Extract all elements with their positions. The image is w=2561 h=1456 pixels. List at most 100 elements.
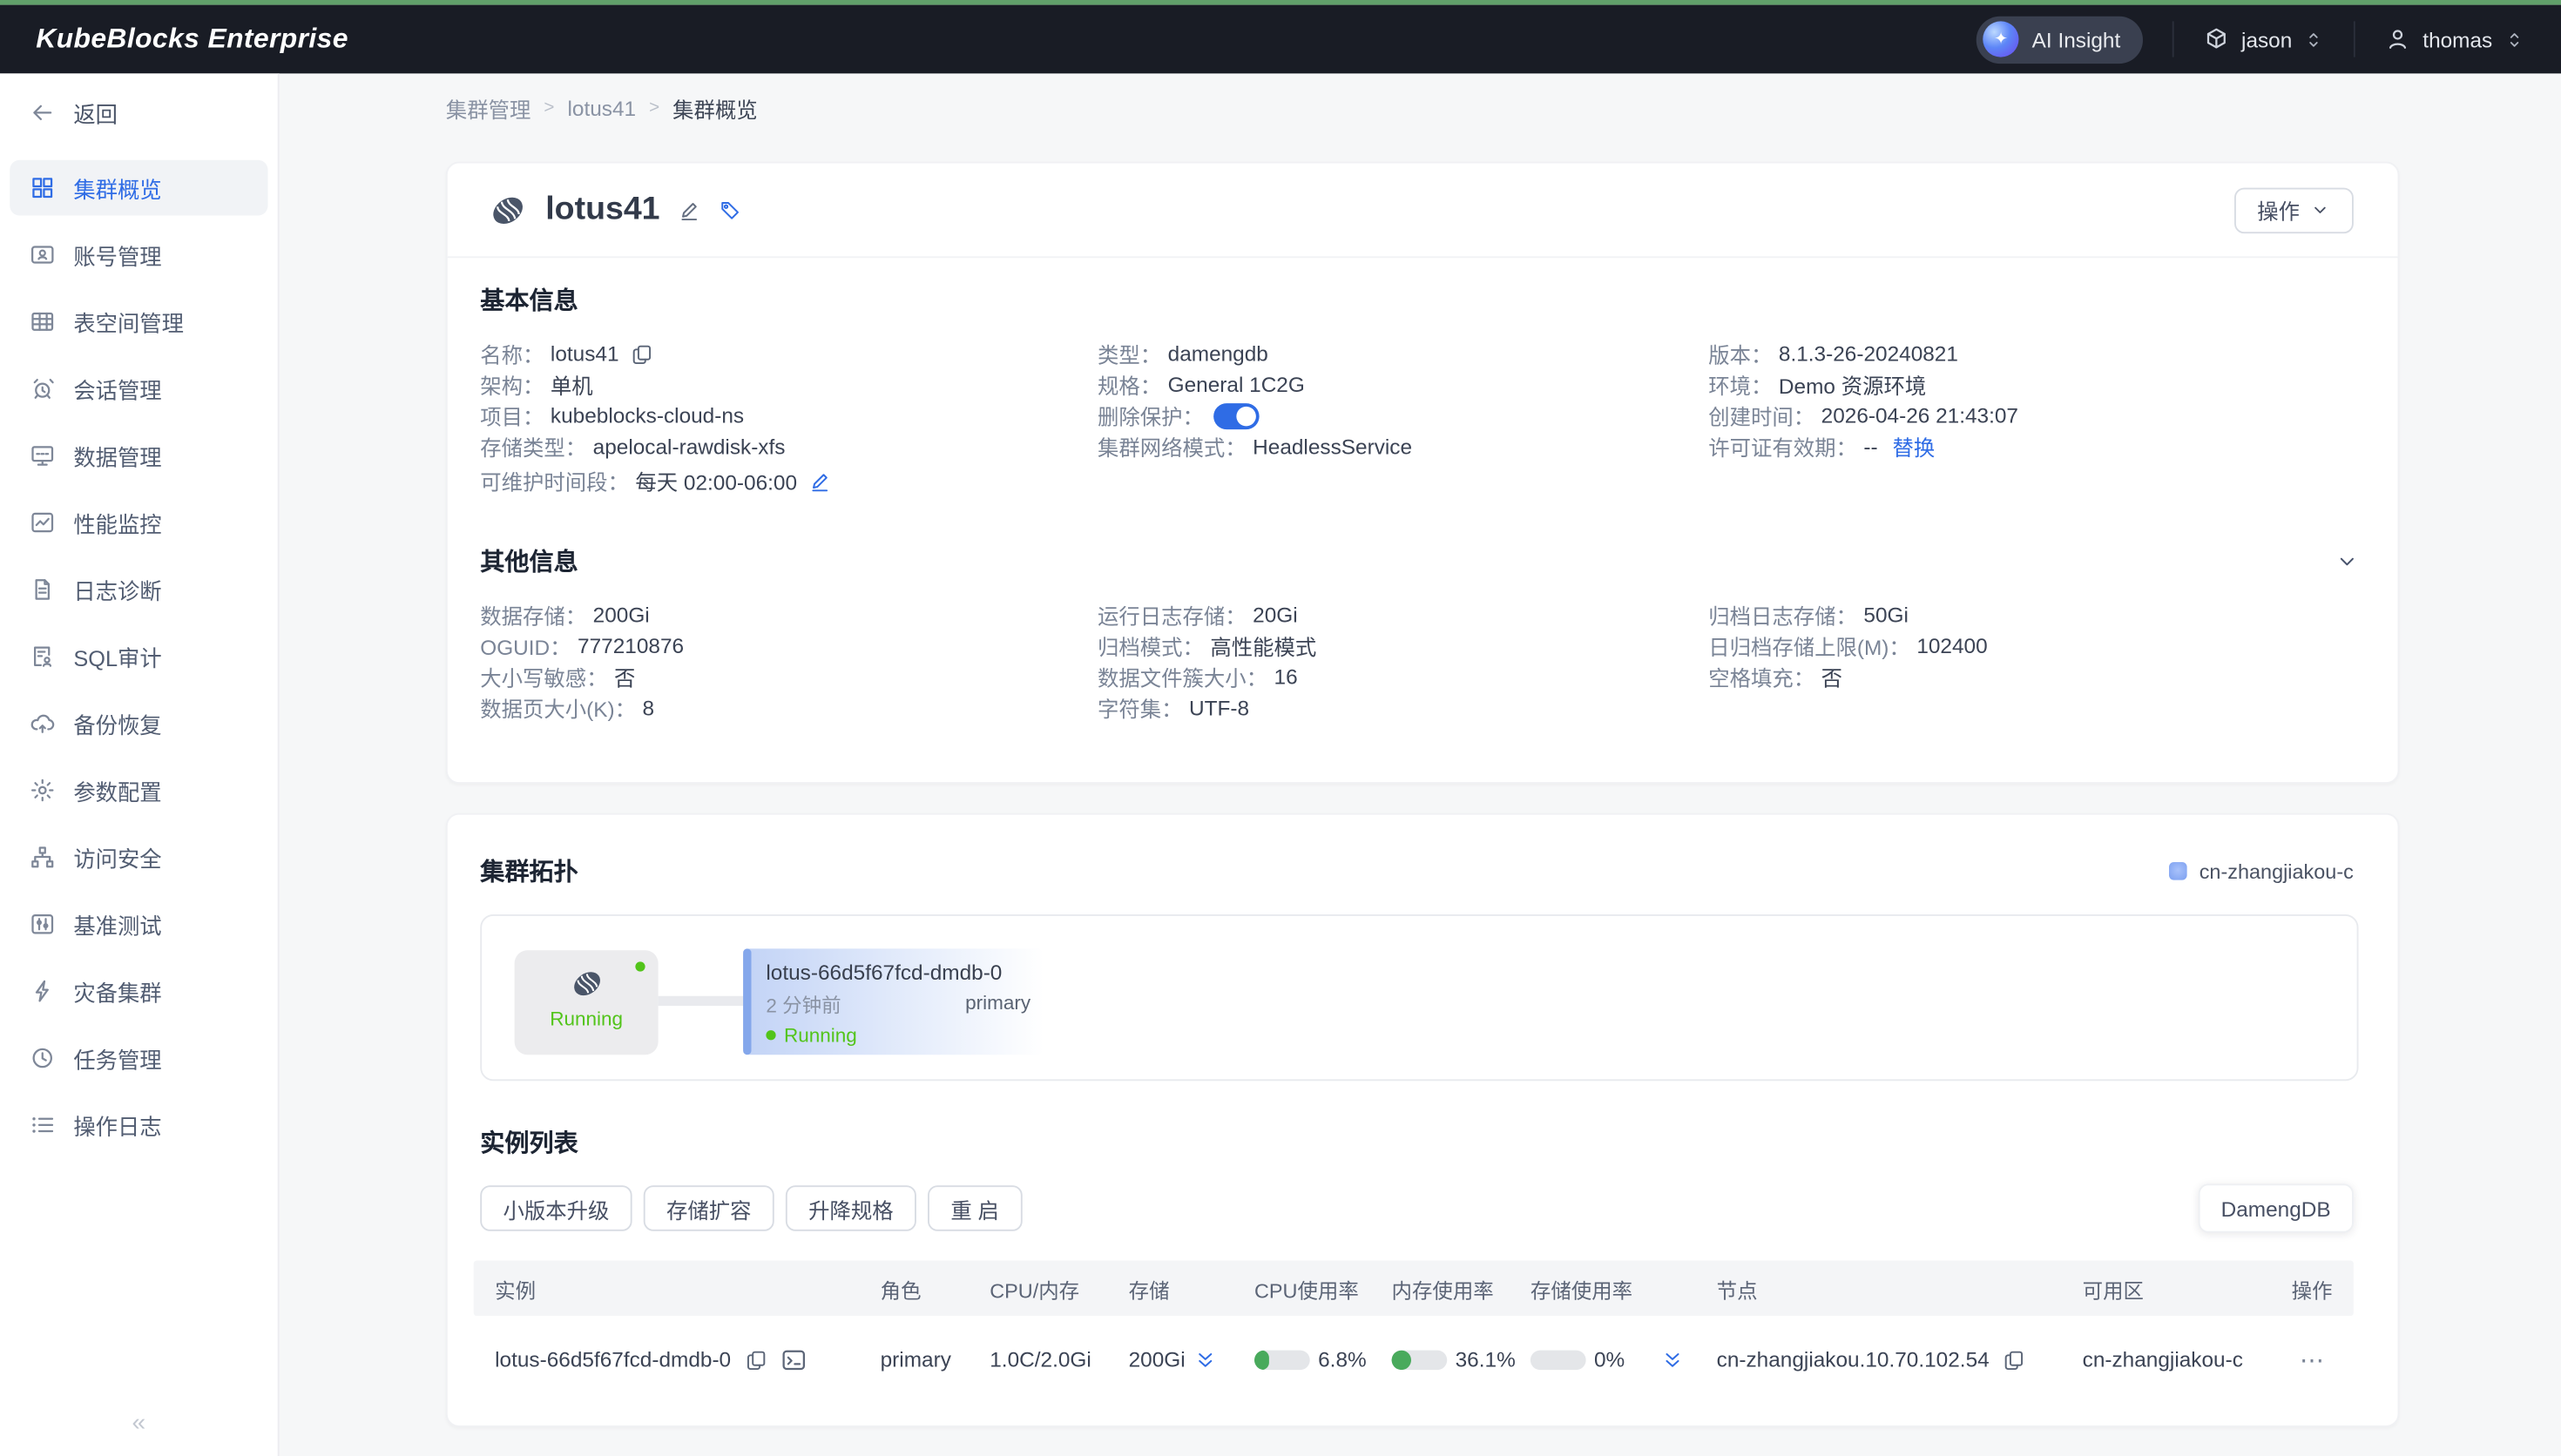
table-row: lotus-66d5f67fcd-dmdb-0 bbox=[474, 1316, 2354, 1402]
instance-pod-card[interactable]: lotus-66d5f67fcd-dmdb-0 2 分钟前 primary Ru… bbox=[743, 948, 1044, 1055]
cell-storage-usage: 0% bbox=[1531, 1347, 1717, 1372]
info-row-created: 创建时间： 2026-04-26 21:43:07 bbox=[1708, 400, 2358, 431]
engine-tab-damengdb[interactable]: DamengDB bbox=[2198, 1183, 2354, 1232]
restart-button[interactable]: 重 启 bbox=[928, 1185, 1022, 1231]
sidebar-item-cluster-overview[interactable]: 集群概览 bbox=[10, 160, 267, 216]
sidebar-item-data-mgmt[interactable]: 数据管理 bbox=[10, 428, 267, 483]
perf-chart-icon bbox=[30, 509, 56, 536]
sidebar-item-label: 账号管理 bbox=[73, 239, 161, 272]
resize-spec-button[interactable]: 升降规格 bbox=[786, 1185, 916, 1231]
edit-pencil-icon[interactable] bbox=[808, 469, 831, 492]
breadcrumb-cluster-mgmt[interactable]: 集群管理 bbox=[446, 92, 531, 124]
sidebar-item-label: 参数配置 bbox=[73, 774, 161, 807]
cluster-header: lotus41 操作 bbox=[448, 164, 2398, 259]
info-row-name: 名称： lotus41 bbox=[480, 338, 1098, 369]
sidebar-item-label: 备份恢复 bbox=[73, 707, 161, 740]
cell-cpu-mem: 1.0C/2.0Gi bbox=[990, 1347, 1128, 1372]
gear-icon bbox=[30, 778, 56, 804]
topbar-right: ✦ AI Insight jason thomas bbox=[1976, 16, 2525, 63]
sidebar-item-log-diagnosis[interactable]: 日志诊断 bbox=[10, 562, 267, 617]
info-row-type: 类型： damengdb bbox=[1098, 338, 1708, 369]
sidebar-item-operation-log[interactable]: 操作日志 bbox=[10, 1097, 267, 1153]
node-status-label: Running bbox=[550, 1008, 623, 1030]
copy-icon[interactable] bbox=[631, 342, 653, 365]
org-name: jason bbox=[2241, 27, 2292, 51]
cpu-usage-bar bbox=[1254, 1350, 1310, 1370]
sidebar-item-backup-restore[interactable]: 备份恢复 bbox=[10, 696, 267, 752]
info-row-version: 版本： 8.1.3-26-20240821 bbox=[1708, 338, 2358, 369]
sidebar-item-benchmark[interactable]: 基准测试 bbox=[10, 896, 267, 952]
other-info-col2: 运行日志存储：20Gi 归档模式：高性能模式 数据文件簇大小：16 字符集：UT… bbox=[1098, 599, 1708, 724]
minor-upgrade-button[interactable]: 小版本升级 bbox=[480, 1185, 632, 1231]
delete-protection-toggle[interactable] bbox=[1213, 402, 1260, 428]
expand-metrics-icon[interactable] bbox=[1660, 1348, 1683, 1371]
other-info-col3: 归档日志存储：50Gi 日归档存储上限(M)：102400 空格填充：否 bbox=[1708, 599, 2358, 724]
copy-icon[interactable] bbox=[744, 1348, 767, 1371]
info-row-maintain-window: 可维护时间段： 每天 02:00-06:00 bbox=[480, 465, 1098, 496]
terminal-icon[interactable] bbox=[780, 1346, 806, 1372]
section-collapse-chevron-icon[interactable] bbox=[2335, 549, 2358, 572]
main-content: 集群管理 > lotus41 > 集群概览 lotus41 bbox=[280, 73, 2561, 1456]
info-row-network-mode: 集群网络模式： HeadlessService bbox=[1098, 431, 1708, 462]
cell-storage: 200Gi bbox=[1129, 1347, 1254, 1372]
zone-legend: cn-zhangjiakou-c bbox=[2168, 859, 2354, 882]
node-status-dot bbox=[635, 961, 645, 971]
rename-edit-icon[interactable] bbox=[678, 199, 700, 221]
tag-icon[interactable] bbox=[719, 199, 741, 221]
ai-insight-button[interactable]: ✦ AI Insight bbox=[1976, 16, 2144, 63]
basic-info-col1: 名称： lotus41 架构： 单机 bbox=[480, 338, 1098, 496]
cell-actions: ⋯ bbox=[2292, 1345, 2354, 1374]
breadcrumb-cluster[interactable]: lotus41 bbox=[567, 96, 636, 120]
breadcrumb: 集群管理 > lotus41 > 集群概览 bbox=[446, 93, 2400, 123]
sidebar-item-perf-monitor[interactable]: 性能监控 bbox=[10, 495, 267, 550]
benchmark-sliders-icon bbox=[30, 911, 56, 937]
arrow-left-icon bbox=[30, 99, 56, 125]
sidebar-item-label: 表空间管理 bbox=[73, 306, 184, 339]
backup-cloud-icon bbox=[30, 711, 56, 737]
person-icon bbox=[2385, 26, 2411, 52]
cluster-node[interactable]: Running bbox=[515, 950, 659, 1055]
sidebar-item-access-security[interactable]: 访问安全 bbox=[10, 830, 267, 886]
instance-list-title: 实例列表 bbox=[480, 1125, 2358, 1159]
dameng-logo bbox=[568, 965, 605, 1002]
double-chevron-down-icon[interactable] bbox=[1193, 1348, 1216, 1371]
cell-zone: cn-zhangjiakou-c bbox=[2083, 1347, 2292, 1372]
divider bbox=[2355, 21, 2356, 57]
pod-role: primary bbox=[965, 991, 1030, 1019]
sidebar-item-task-mgmt[interactable]: 任务管理 bbox=[10, 1030, 267, 1086]
sidebar: 返回 集群概览 账号管理 表空间管理 bbox=[0, 73, 280, 1456]
sidebar-collapse-button[interactable]: « bbox=[0, 1409, 278, 1437]
storage-expand-button[interactable]: 存储扩容 bbox=[644, 1185, 774, 1231]
sidebar-item-account-mgmt[interactable]: 账号管理 bbox=[10, 227, 267, 283]
info-row-project: 项目： kubeblocks-cloud-ns bbox=[480, 400, 1098, 431]
sidebar-item-label: 任务管理 bbox=[73, 1041, 161, 1075]
other-info-title: 其他信息 bbox=[480, 543, 2358, 577]
page-title: lotus41 bbox=[545, 191, 659, 228]
topology-connector bbox=[659, 996, 747, 1006]
sort-chevrons-icon bbox=[2504, 29, 2524, 50]
actions-dropdown-button[interactable]: 操作 bbox=[2234, 187, 2354, 233]
sidebar-item-dr-cluster[interactable]: 灾备集群 bbox=[10, 963, 267, 1019]
sidebar-item-session-mgmt[interactable]: 会话管理 bbox=[10, 361, 267, 416]
user-name: thomas bbox=[2422, 27, 2492, 51]
license-replace-link[interactable]: 替换 bbox=[1893, 431, 1936, 462]
topology-title: 集群拓扑 bbox=[480, 854, 578, 888]
sidebar-item-sql-audit[interactable]: SQL审计 bbox=[10, 629, 267, 684]
info-row-spec: 规格： General 1C2G bbox=[1098, 369, 1708, 401]
instance-table: 实例 角色 CPU/内存 存储 CPU使用率 内存使用率 存储使用率 节点 可用… bbox=[474, 1261, 2354, 1403]
sql-audit-icon bbox=[30, 644, 56, 670]
sidebar-item-param-config[interactable]: 参数配置 bbox=[10, 763, 267, 819]
sidebar-item-label: SQL审计 bbox=[73, 640, 161, 673]
cell-mem-usage: 36.1% bbox=[1392, 1347, 1531, 1372]
instance-table-header: 实例 角色 CPU/内存 存储 CPU使用率 内存使用率 存储使用率 节点 可用… bbox=[474, 1261, 2354, 1317]
instance-actions-row: 小版本升级 存储扩容 升降规格 重 启 DamengDB bbox=[480, 1183, 2358, 1232]
sidebar-item-label: 会话管理 bbox=[73, 373, 161, 406]
user-menu[interactable]: thomas bbox=[2385, 26, 2525, 52]
copy-icon[interactable] bbox=[2003, 1348, 2025, 1371]
basic-info-col2: 类型： damengdb 规格： General 1C2G 删除保护： bbox=[1098, 338, 1708, 496]
sidebar-item-tablespace-mgmt[interactable]: 表空间管理 bbox=[10, 294, 267, 350]
sidebar-item-label: 访问安全 bbox=[73, 841, 161, 874]
org-switcher[interactable]: jason bbox=[2204, 26, 2325, 52]
back-button[interactable]: 返回 bbox=[10, 85, 267, 141]
row-more-button[interactable]: ⋯ bbox=[2300, 1345, 2328, 1374]
